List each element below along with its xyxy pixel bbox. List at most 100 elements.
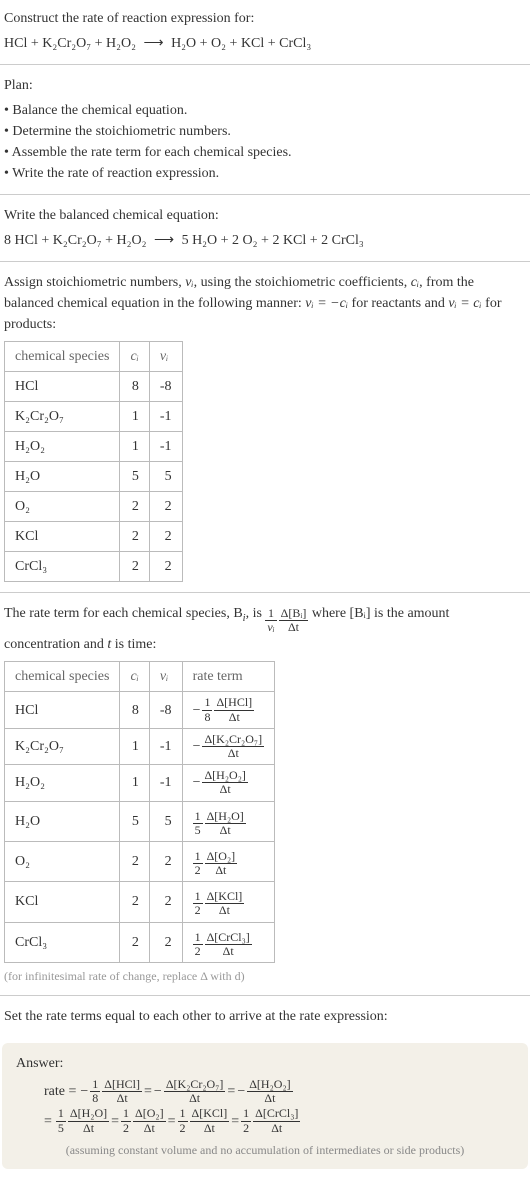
answer-label: Answer: bbox=[16, 1053, 514, 1074]
plan-item: Determine the stoichiometric numbers. bbox=[4, 121, 526, 142]
assign-section: Assign stoichiometric numbers, νᵢ, using… bbox=[0, 264, 530, 590]
rate-terms-table: chemical species cᵢ νᵢ rate term HCl 8 -… bbox=[4, 661, 275, 963]
table-row: CrCl₃ 2 2 12Δ[CrCl₃]Δt bbox=[5, 922, 275, 962]
rate-term: 15Δ[H₂O]Δt bbox=[193, 810, 246, 837]
cell-ci: 1 bbox=[120, 728, 149, 764]
cell-rate: −Δ[H₂O₂]Δt bbox=[182, 765, 275, 801]
cell-species: HCl bbox=[5, 372, 120, 402]
cell-species: O₂ bbox=[5, 841, 120, 881]
col-ci: cᵢ bbox=[120, 662, 149, 692]
divider bbox=[0, 261, 530, 262]
rate-term: −Δ[K₂Cr₂O₇]Δt bbox=[154, 1078, 226, 1105]
table-row: HCl 8 -8 bbox=[5, 372, 183, 402]
cell-ci: 1 bbox=[120, 765, 149, 801]
divider bbox=[0, 64, 530, 65]
rate-term: 12Δ[O₂]Δt bbox=[193, 850, 238, 877]
cell-species: H₂O₂ bbox=[5, 432, 120, 462]
stoich-table: chemical species cᵢ νᵢ HCl 8 -8K₂Cr₂O₇ 1… bbox=[4, 341, 183, 582]
set-equal-text: Set the rate terms equal to each other t… bbox=[4, 1006, 526, 1027]
cell-species: KCl bbox=[5, 882, 120, 922]
table-row: H₂O₂ 1 -1 bbox=[5, 432, 183, 462]
cell-species: H₂O₂ bbox=[5, 765, 120, 801]
eq-lhs: HCl + K₂Cr₂O₇ + H₂O₂ bbox=[4, 36, 136, 51]
cell-species: K₂Cr₂O₇ bbox=[5, 402, 120, 432]
cell-rate: −18Δ[HCl]Δt bbox=[182, 692, 275, 728]
cell-species: K₂Cr₂O₇ bbox=[5, 728, 120, 764]
cell-rate: −Δ[K₂Cr₂O₇]Δt bbox=[182, 728, 275, 764]
divider bbox=[0, 995, 530, 996]
rate-term-text: , is bbox=[246, 606, 266, 621]
table-row: K₂Cr₂O₇ 1 -1 −Δ[K₂Cr₂O₇]Δt bbox=[5, 728, 275, 764]
rate-term: 12Δ[CrCl₃]Δt bbox=[193, 931, 252, 958]
cell-species: CrCl₃ bbox=[5, 922, 120, 962]
rate-term: 15Δ[H₂O]Δt bbox=[56, 1107, 109, 1134]
table-row: O₂ 2 2 bbox=[5, 492, 183, 522]
cell-rate: 12Δ[CrCl₃]Δt bbox=[182, 922, 275, 962]
answer-box: Answer: rate = −18Δ[HCl]Δt = −Δ[K₂Cr₂O₇]… bbox=[2, 1043, 528, 1169]
cell-nui: -1 bbox=[149, 728, 182, 764]
rate-term-formula: 1νᵢ Δ[Bᵢ]Δt bbox=[265, 607, 308, 634]
cell-ci: 2 bbox=[120, 492, 149, 522]
balanced-rhs: 5 H₂O + 2 O₂ + 2 KCl + 2 CrCl₃ bbox=[182, 233, 364, 248]
plan-item: Assemble the rate term for each chemical… bbox=[4, 142, 526, 163]
arrow-icon: ⟶ bbox=[150, 233, 178, 248]
cell-nui: 2 bbox=[149, 882, 182, 922]
cell-nui: 2 bbox=[149, 522, 182, 552]
col-nui: νᵢ bbox=[149, 342, 182, 372]
rate-term-text: is time: bbox=[111, 637, 156, 652]
rate-term-text: The rate term for each chemical species,… bbox=[4, 606, 243, 621]
eq-prefix: = bbox=[44, 1111, 52, 1132]
cell-nui: 5 bbox=[149, 462, 182, 492]
unbalanced-equation: HCl + K₂Cr₂O₇ + H₂O₂ ⟶ H₂O + O₂ + KCl + … bbox=[4, 33, 526, 54]
assign-text: for reactants and bbox=[348, 296, 448, 311]
nu-i: νᵢ bbox=[185, 275, 193, 290]
plan-item: Balance the chemical equation. bbox=[4, 100, 526, 121]
table-row: HCl 8 -8 −18Δ[HCl]Δt bbox=[5, 692, 275, 728]
col-nui: νᵢ bbox=[149, 662, 182, 692]
divider bbox=[0, 592, 530, 593]
cell-ci: 2 bbox=[120, 841, 149, 881]
rate-term-section: The rate term for each chemical species,… bbox=[0, 595, 530, 993]
divider bbox=[0, 194, 530, 195]
cell-nui: 2 bbox=[149, 552, 182, 582]
plan-list: Balance the chemical equation. Determine… bbox=[4, 100, 526, 184]
rate-term: −Δ[K₂Cr₂O₇]Δt bbox=[193, 733, 265, 760]
assign-text: Assign stoichiometric numbers, bbox=[4, 275, 185, 290]
rate-term: −Δ[H₂O₂]Δt bbox=[193, 769, 248, 796]
set-equal-section: Set the rate terms equal to each other t… bbox=[0, 998, 530, 1035]
col-ci: cᵢ bbox=[120, 342, 149, 372]
cell-nui: -8 bbox=[149, 372, 182, 402]
cell-species: H₂O bbox=[5, 462, 120, 492]
table-row: CrCl₃ 2 2 bbox=[5, 552, 183, 582]
cell-species: KCl bbox=[5, 522, 120, 552]
plan-item: Write the rate of reaction expression. bbox=[4, 163, 526, 184]
cell-nui: 2 bbox=[149, 841, 182, 881]
cell-ci: 8 bbox=[120, 372, 149, 402]
col-species: chemical species bbox=[5, 342, 120, 372]
cell-ci: 2 bbox=[120, 882, 149, 922]
plan-section: Plan: Balance the chemical equation. Det… bbox=[0, 67, 530, 192]
delta-note: (for infinitesimal rate of change, repla… bbox=[4, 967, 526, 985]
cell-species: O₂ bbox=[5, 492, 120, 522]
cell-rate: 15Δ[H₂O]Δt bbox=[182, 801, 275, 841]
cell-ci: 2 bbox=[120, 552, 149, 582]
cell-species: CrCl₃ bbox=[5, 552, 120, 582]
cell-nui: -8 bbox=[149, 692, 182, 728]
cell-rate: 12Δ[KCl]Δt bbox=[182, 882, 275, 922]
balanced-section: Write the balanced chemical equation: 8 … bbox=[0, 197, 530, 259]
balanced-equation: 8 HCl + K₂Cr₂O₇ + H₂O₂ ⟶ 5 H₂O + 2 O₂ + … bbox=[4, 230, 526, 251]
rate-term: −18Δ[HCl]Δt bbox=[193, 696, 255, 723]
cell-ci: 5 bbox=[120, 462, 149, 492]
cell-ci: 2 bbox=[120, 922, 149, 962]
rate-term: −18Δ[HCl]Δt bbox=[80, 1078, 142, 1105]
cell-rate: 12Δ[O₂]Δt bbox=[182, 841, 275, 881]
table-row: KCl 2 2 12Δ[KCl]Δt bbox=[5, 882, 275, 922]
table-row: KCl 2 2 bbox=[5, 522, 183, 552]
cell-ci: 1 bbox=[120, 432, 149, 462]
assumption-note: (assuming constant volume and no accumul… bbox=[16, 1141, 514, 1159]
construct-section: Construct the rate of reaction expressio… bbox=[0, 0, 530, 62]
cell-ci: 5 bbox=[120, 801, 149, 841]
col-rate: rate term bbox=[182, 662, 275, 692]
col-species: chemical species bbox=[5, 662, 120, 692]
cell-nui: -1 bbox=[149, 765, 182, 801]
